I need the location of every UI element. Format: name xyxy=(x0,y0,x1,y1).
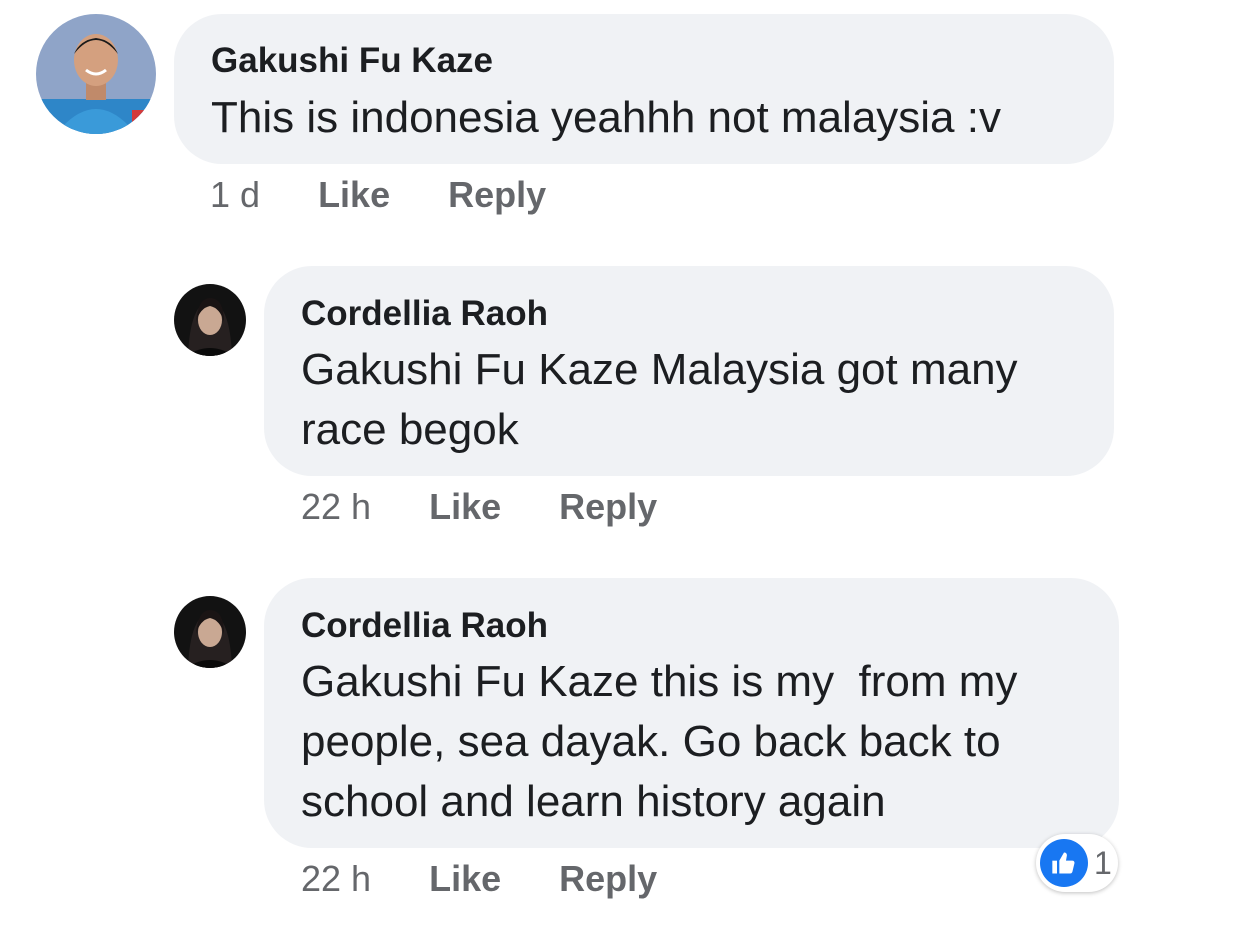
comment-3: Cordellia Raoh Gakushi Fu Kaze this is m… xyxy=(0,0,1242,925)
comment-author[interactable]: Cordellia Raoh xyxy=(301,606,548,646)
reaction-badge[interactable]: 1 xyxy=(1036,834,1118,892)
comment-text-line: school and learn history again xyxy=(301,777,886,826)
avatar[interactable] xyxy=(174,596,246,668)
reaction-count: 1 xyxy=(1094,844,1112,881)
thumbs-up-icon xyxy=(1040,839,1088,887)
comment-text-line: people, sea dayak. Go back back to xyxy=(301,717,1001,766)
comment-text-line: Gakushi Fu Kaze this is my from my xyxy=(301,657,1018,706)
comment-actions: 22 h Like Reply xyxy=(301,858,657,900)
like-button[interactable]: Like xyxy=(429,858,501,899)
reply-button[interactable]: Reply xyxy=(559,858,657,899)
comment-timestamp[interactable]: 22 h xyxy=(301,858,371,899)
